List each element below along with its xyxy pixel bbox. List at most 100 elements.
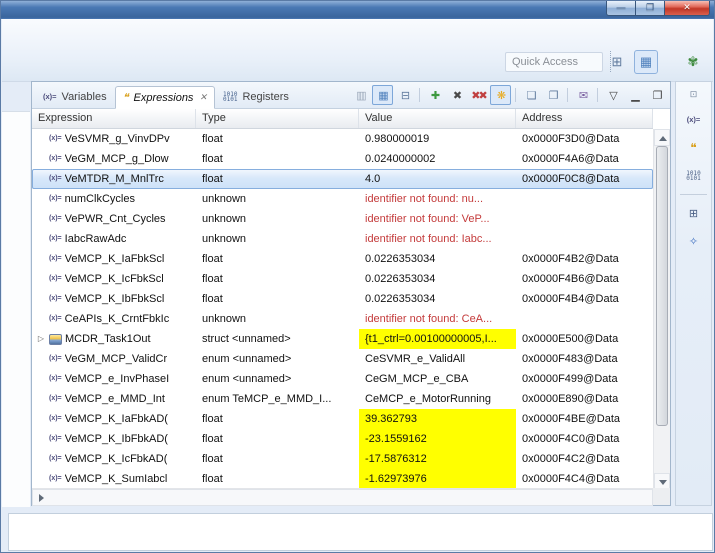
table-row[interactable]: (x)= VeMCP_K_IcFbkAD(float -17.5876312 0x00… [32,449,653,469]
export-icon[interactable]: ✉ [572,85,593,105]
fastbar-separator [680,194,707,195]
value-cell: -23.1559162 [359,429,516,449]
minimize-view-icon[interactable]: ▁ [624,85,645,105]
variables-icon: (x)= [43,92,57,101]
expression-cell: (x)= numClkCycles [32,189,196,209]
application-window: — ❐ ✕ Quick Access ⊞ ▦ ✾ (x)= Variables ❝ Exp… [0,0,715,553]
type-cell: unknown [202,213,247,225]
variable-icon: (x)= [49,415,62,422]
table-row[interactable]: ▷ MCDR_Task1Out struct <unnamed> {t1_ctrl=0… [32,329,653,349]
table-row[interactable]: (x)= numClkCycles unknown identifier not fo… [32,189,653,209]
tab-registers[interactable]: 1010 0101 Registers [215,85,297,108]
type-cell: enum TeMCP_e_MMD_I... [202,393,332,405]
current-perspective-icon[interactable]: ▦ [634,50,658,74]
expression-cell: (x)= VeMCP_K_IcFbkAD( [32,449,196,469]
add-expression-icon[interactable]: ✚ [424,85,445,105]
watch-tree-mode-icon[interactable]: ▦ [372,85,393,105]
copy-expressions-icon[interactable]: ❏ [520,85,541,105]
type-cell: enum <unnamed> [202,373,292,385]
expression-cell: ▷ MCDR_Task1Out [32,329,196,349]
table-row[interactable]: (x)= VeMCP_K_IaFbkAD(float 39.362793 0x0000… [32,409,653,429]
column-header-type[interactable]: Type [196,109,359,128]
table-row[interactable]: (x)= VeSVMR_g_VinvDPv float 0.980000019 0x00… [32,129,653,149]
variable-icon: (x)= [49,435,62,442]
table-row[interactable]: (x)= VeMCP_K_SumIabcl float -1.62973976 0x00… [32,469,653,489]
address-cell: 0x0000F4C0@Data [522,433,620,445]
expression-name: VeMCP_K_IaFbkAD( [64,413,168,425]
variables-view-icon[interactable]: (x)= [681,108,707,131]
value-cell: -1.62973976 [359,469,516,489]
scroll-up-button[interactable] [654,129,670,146]
show-columns-icon[interactable]: ▥ [350,85,371,105]
expression-name: IabcRawAdc [64,233,127,245]
close-button[interactable]: ✕ [664,1,710,16]
show-view-icon[interactable]: ⊞ [681,202,707,225]
registers-view-icon[interactable]: 1010 0101 [681,164,707,187]
table-row[interactable]: (x)= VeMCP_K_IbFbkAD(float -23.1559162 0x00… [32,429,653,449]
table-row[interactable]: (x)= VePWR_Cnt_Cycles unknown identifier no… [32,209,653,229]
expressions-view-icon[interactable]: ❝ [681,136,707,159]
restore-views-icon[interactable]: ⊡ [681,85,707,103]
debug-perspective-icon[interactable]: ✾ [681,50,705,74]
wand-icon[interactable]: ✧ [681,230,707,253]
expression-name: VeMCP_K_IbFbkScl [64,293,165,305]
vertical-scroll-thumb[interactable] [656,146,668,426]
table-row[interactable]: (x)= VeMTDR_M_MnlTrc float 4.0 0x0000F0C8@Da… [32,169,653,189]
value-cell: 0.0226353034 [365,293,436,305]
remove-all-expressions-icon[interactable]: ✖✖ [468,85,489,105]
column-header-value[interactable]: Value [359,109,516,128]
expression-name: MCDR_Task1Out [65,333,151,345]
column-header-expression[interactable]: Expression [32,109,196,128]
expression-cell: (x)= VeMCP_K_IbFbkAD( [32,429,196,449]
tab-variables[interactable]: (x)= Variables [35,85,115,108]
variable-icon: (x)= [49,395,62,402]
expression-name: VeGM_MCP_g_Dlow [64,153,169,165]
type-cell: float [202,153,223,165]
scroll-right-button[interactable] [32,489,653,506]
column-header-address[interactable]: Address [516,109,653,128]
variable-icon: (x)= [49,155,62,162]
variable-icon: (x)= [49,275,62,282]
table-row[interactable]: (x)= VeMCP_K_IbFbkScl float 0.0226353034 0x0… [32,289,653,309]
value-cell: 0.980000019 [365,133,430,145]
expression-name: VeMTDR_M_MnlTrc [64,173,164,185]
address-cell [516,229,653,249]
variable-icon: (x)= [49,135,62,142]
expression-cell: (x)= VeMCP_K_IaFbkScl [32,249,196,269]
title-bar[interactable]: — ❐ ✕ [1,1,714,19]
vertical-scrollbar[interactable] [653,129,670,490]
table-row[interactable]: (x)= VeMCP_e_MMD_Int enum TeMCP_e_MMD_I...… [32,389,653,409]
address-cell: 0x0000F4B2@Data [522,253,619,265]
horizontal-scrollbar[interactable] [32,488,653,506]
variable-icon: (x)= [49,455,62,462]
value-cell: CeGM_MCP_e_CBA [365,373,469,385]
tab-close-icon[interactable]: ✕ [199,92,207,103]
remove-expression-icon[interactable]: ✖ [446,85,467,105]
open-perspective-icon[interactable]: ⊞ [605,50,629,74]
table-row[interactable]: (x)= VeMCP_K_IcFbkScl float 0.0226353034 0x0… [32,269,653,289]
table-row[interactable]: (x)= VeGM_MCP_g_Dlow float 0.0240000002 0x00… [32,149,653,169]
minimize-button[interactable]: — [606,1,636,16]
address-cell [516,189,653,209]
clone-view-icon[interactable]: ❐ [542,85,563,105]
expand-arrow-icon[interactable]: ▷ [36,329,46,349]
continuous-refresh-icon[interactable]: ❋ [490,85,511,105]
table-row[interactable]: (x)= VeMCP_K_IaFbkScl float 0.0226353034 0x0… [32,249,653,269]
maximize-view-icon[interactable]: ❐ [646,85,667,105]
tab-expressions[interactable]: ❝ Expressions ✕ [114,86,215,109]
quick-access-input[interactable]: Quick Access [505,52,603,72]
expression-cell: (x)= CeAPIs_K_CrntFbkIc [32,309,196,329]
expression-cell: (x)= VeMCP_e_InvPhaseI [32,369,196,389]
value-cell: identifier not found: nu... [365,193,484,205]
table-row[interactable]: (x)= VeMCP_e_InvPhaseI enum <unnamed> CeGM_… [32,369,653,389]
collapse-all-icon[interactable]: ⊟ [394,85,415,105]
maximize-button[interactable]: ❐ [636,1,664,16]
table-row[interactable]: (x)= VeGM_MCP_ValidCr enum <unnamed> CeSVMR… [32,349,653,369]
table-row[interactable]: (x)= IabcRawAdc unknown identifier not foun… [32,229,653,249]
expression-name: numClkCycles [64,193,135,205]
type-cell: enum <unnamed> [202,353,292,365]
view-menu-icon[interactable]: ▽ [602,85,623,105]
table-row[interactable]: (x)= CeAPIs_K_CrntFbkIc unknown identifier … [32,309,653,329]
expressions-view-panel: (x)= Variables ❝ Expressions ✕ 1010 0101 Regis… [31,81,671,506]
bottom-view-panel [8,513,713,551]
